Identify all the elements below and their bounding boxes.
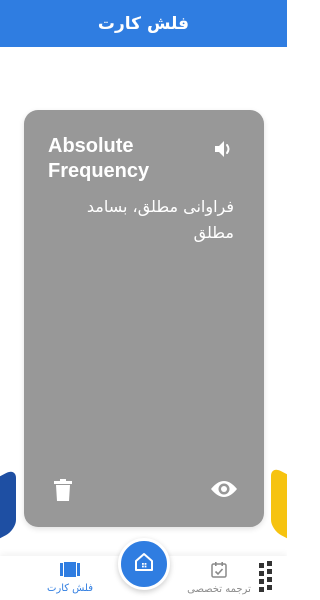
nav-item-specialized-translation[interactable]: ترجمه تخصصی — [184, 562, 254, 600]
card-translation: فراوانی مطلق، بسامد مطلق — [86, 197, 234, 242]
home-icon — [133, 551, 155, 577]
trash-icon[interactable] — [50, 476, 76, 504]
flash-card[interactable]: Absolute Frequency فراوانی مطلق، بسامد م… — [24, 110, 264, 527]
cards-icon — [60, 562, 80, 581]
nav-item-label: ترجمه تخصصی — [187, 584, 251, 595]
calendar-check-icon — [211, 562, 227, 582]
previous-card-edge[interactable] — [0, 467, 16, 555]
nav-item-flashcards[interactable]: فلش کارت — [35, 562, 105, 600]
app-screen: فلش کارت Absolute Frequency فراوانی مطلق… — [0, 0, 287, 600]
drag-handle-icon[interactable] — [259, 561, 277, 593]
app-header: فلش کارت — [0, 0, 287, 47]
card-term: Absolute Frequency — [48, 135, 150, 182]
next-card-edge[interactable] — [271, 465, 287, 555]
home-button[interactable] — [118, 538, 170, 590]
page-title: فلش کارت — [97, 13, 190, 34]
speaker-icon[interactable] — [210, 135, 238, 163]
nav-item-label: فلش کارت — [46, 583, 94, 594]
eye-icon[interactable] — [208, 476, 240, 502]
